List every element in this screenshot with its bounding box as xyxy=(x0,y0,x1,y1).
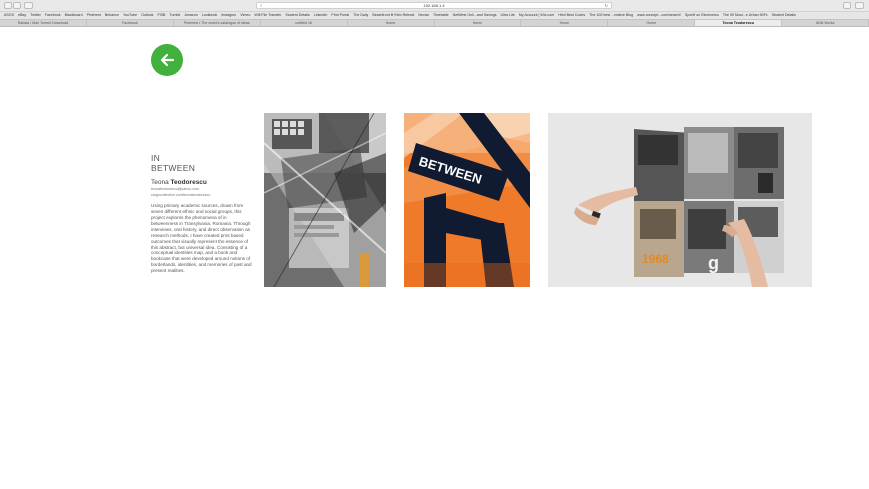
browser-tab[interactable]: Pinterest • The world's catalogue of ide… xyxy=(174,20,261,26)
bookmark-item[interactable]: My Account | Wix.com xyxy=(519,12,554,19)
arrow-left-icon xyxy=(160,53,175,67)
bookmark-item[interactable]: Student Details xyxy=(285,12,309,19)
bookmark-item[interactable]: Instagrue xyxy=(221,12,236,19)
bookmark-item[interactable]: The 50 Most...e Urban 50Fx xyxy=(723,12,768,19)
author-first-name: Teona xyxy=(151,179,171,186)
bookmark-item[interactable]: Html Best Codes xyxy=(558,12,585,19)
bookmarks-bar: ASOS eBay Twitter Facebook Blackboard Pintere… xyxy=(0,11,869,19)
author-last-name: Teodorescu xyxy=(170,179,207,186)
forward-nav-button[interactable] xyxy=(13,2,21,9)
bookmark-item[interactable]: Twitter xyxy=(30,12,41,19)
browser-toolbar: ≡ 192.168.1.4 ↻ xyxy=(0,0,869,11)
share-button[interactable] xyxy=(843,2,851,9)
between-typography-image[interactable]: BETWEEN xyxy=(404,113,530,287)
bookmark-item[interactable]: ASOS xyxy=(4,12,14,19)
bookmark-item[interactable]: YouTube xyxy=(123,12,137,19)
bookmark-item[interactable]: LinkedIn xyxy=(314,12,328,19)
browser-tab[interactable]: untitled 16 xyxy=(261,20,348,26)
foldout-book-image[interactable]: 1968 g xyxy=(548,113,812,287)
browser-chrome: ≡ 192.168.1.4 ↻ ASOS eBay Twitter Facebook B… xyxy=(0,0,869,27)
tab-strip: Rakata / Man Torrent Download Facebook Pin… xyxy=(0,19,869,27)
bookmark-item[interactable]: www.concept...com/search/ xyxy=(637,12,681,19)
bookmark-item[interactable]: Beachfront B+Nim Retreat xyxy=(372,12,414,19)
bookmark-item[interactable]: The Daily xyxy=(353,12,368,19)
bookmark-item[interactable]: Print Portal xyxy=(331,12,349,19)
bookmark-item[interactable]: Lookbook xyxy=(202,12,218,19)
bookmark-item[interactable]: eBay xyxy=(18,12,26,19)
bookmark-item[interactable]: Ultra Lite xyxy=(501,12,515,19)
author-website[interactable]: cargocollective.com/teonateodorescu xyxy=(151,193,253,198)
bookmark-item[interactable]: Pinterest xyxy=(87,12,101,19)
browser-tab[interactable]: Rakata / Man Torrent Download xyxy=(0,20,87,26)
browser-tab[interactable]: Facebook xyxy=(87,20,174,26)
browser-tab[interactable]: Teona Teodorescu xyxy=(695,20,783,26)
address-bar[interactable]: ≡ 192.168.1.4 ↻ xyxy=(256,2,612,9)
back-nav-button[interactable] xyxy=(4,2,12,9)
bookmark-item[interactable]: Tumblr xyxy=(169,12,180,19)
browser-tab[interactable]: ANN Works xyxy=(782,20,869,26)
reload-icon[interactable]: ↻ xyxy=(605,3,608,8)
bookmark-item[interactable]: Timetable xyxy=(433,12,449,19)
bookmark-item[interactable]: The 100 best ...reative Blog xyxy=(589,12,633,19)
bookmark-item[interactable]: Sportif on Electronics xyxy=(685,12,719,19)
book-letter-label: g xyxy=(708,253,719,273)
bookmark-item[interactable]: Vimeo xyxy=(240,12,250,19)
reader-icon: ≡ xyxy=(260,3,263,8)
bookmark-item[interactable]: Nectar xyxy=(418,12,429,19)
bookmark-item[interactable]: FISB xyxy=(157,12,165,19)
bookmark-item[interactable]: Student Details xyxy=(772,12,796,19)
collage-print-image[interactable] xyxy=(264,113,386,287)
bookmark-item[interactable]: NetWest Onli...and Savings xyxy=(453,12,497,19)
title-line-1: IN xyxy=(151,153,161,163)
bookmark-item[interactable]: Wifi File Transfer xyxy=(254,12,281,19)
bookmark-item[interactable]: Amazon xyxy=(185,12,198,19)
browser-tab[interactable]: Home xyxy=(608,20,696,26)
bookmark-item[interactable]: Facebook xyxy=(45,12,61,19)
title-line-2: BETWEEN xyxy=(151,163,196,173)
bookmark-item[interactable]: Behance xyxy=(105,12,119,19)
browser-tab[interactable]: Home xyxy=(435,20,522,26)
back-button[interactable] xyxy=(151,44,183,76)
bookmark-item[interactable]: Blackboard xyxy=(65,12,83,19)
bookmark-item[interactable]: Outlook xyxy=(141,12,153,19)
author-email[interactable]: teonateodorescu@yahoo.com xyxy=(151,187,253,192)
book-year-label: 1968 xyxy=(642,252,669,266)
sidebar-toggle-button[interactable] xyxy=(24,2,33,9)
tabs-overview-button[interactable] xyxy=(855,2,864,9)
project-title: IN BETWEEN xyxy=(151,153,253,173)
browser-tab[interactable]: Home xyxy=(348,20,435,26)
browser-tab[interactable]: Home xyxy=(521,20,609,26)
project-description: Using primary academic sources, drawn fr… xyxy=(151,203,252,274)
project-info: IN BETWEEN Teona Teodorescu teonateodore… xyxy=(151,153,253,274)
address-text: 192.168.1.4 xyxy=(423,3,445,8)
author-name: Teona Teodorescu xyxy=(151,179,253,186)
